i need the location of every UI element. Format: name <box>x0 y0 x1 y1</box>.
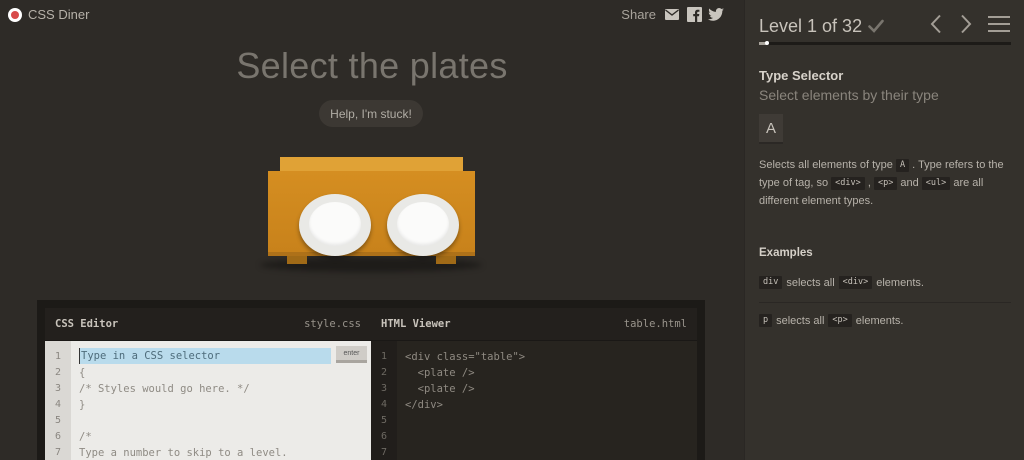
html-line-numbers: 1 2 3 4 5 6 7 <box>371 341 397 460</box>
brand[interactable]: CSS Diner <box>8 7 89 22</box>
line-number: 5 <box>380 415 388 426</box>
html-viewer: HTML Viewer table.html 1 2 3 4 5 6 7 <di… <box>371 308 697 460</box>
tag-chip: <ul> <box>921 177 951 190</box>
level-progress-marker <box>765 41 769 45</box>
line-number: 4 <box>54 399 62 410</box>
markup-line[interactable]: <div class="table"> <box>405 349 693 365</box>
plate <box>387 194 459 256</box>
share-bar: Share <box>621 6 724 22</box>
line-number: 2 <box>54 367 62 378</box>
top-bar: CSS Diner Share <box>0 0 744 30</box>
level-navigation <box>928 14 1010 34</box>
code-line: Type a number to skip to a level. <box>79 447 288 459</box>
example-text: selects all <box>776 314 825 327</box>
tag-chip: <p> <box>828 314 852 327</box>
markup-line <box>405 413 693 429</box>
example-text: elements. <box>855 314 904 327</box>
next-level-button[interactable] <box>958 14 974 34</box>
mail-icon[interactable] <box>664 6 680 22</box>
help-button[interactable]: Help, I'm stuck! <box>319 100 423 127</box>
html-code: <div class="table"> <plate /> <plate /> … <box>405 349 693 460</box>
text-caret <box>79 348 80 364</box>
line-number: 2 <box>380 367 388 378</box>
code-line: /* <box>79 431 92 443</box>
tag-chip: <div> <box>831 177 865 190</box>
example-item: div selects all <div> elements. <box>759 276 1011 289</box>
dining-table <box>260 150 482 272</box>
line-number: 6 <box>380 431 388 442</box>
tag-chip: <div> <box>838 276 873 289</box>
markup-line[interactable]: </div> <box>405 397 693 413</box>
hint-text: , <box>867 177 871 189</box>
selector-hint: Selects all elements of type A . Type re… <box>759 156 1015 210</box>
previous-level-button[interactable] <box>928 14 944 34</box>
html-file-name: table.html <box>623 318 687 330</box>
selector-name: Type Selector <box>759 68 844 83</box>
hint-text: Selects all elements of type <box>759 159 893 171</box>
enter-button[interactable]: enter <box>336 346 367 363</box>
markup-line <box>405 429 693 445</box>
level-instruction: Select the plates <box>236 45 508 86</box>
tag-chip: A <box>895 159 910 172</box>
line-number: 1 <box>380 351 388 362</box>
example-text: elements. <box>876 276 924 289</box>
css-line-numbers: 1 2 3 4 5 6 7 <box>45 341 71 460</box>
css-editor: CSS Editor style.css 1 2 3 4 5 6 7 { /* … <box>45 308 371 460</box>
html-viewer-title: HTML Viewer <box>381 318 451 330</box>
selector-syntax: A <box>759 114 783 144</box>
example-text: selects all <box>786 276 835 289</box>
markup-line[interactable]: <plate /> <box>405 381 693 397</box>
line-number: 5 <box>54 415 62 426</box>
line-number: 3 <box>380 383 388 394</box>
line-number: 6 <box>54 431 62 442</box>
tag-chip: <p> <box>873 177 898 190</box>
markup-line <box>405 445 693 460</box>
css-editor-title: CSS Editor <box>55 318 119 330</box>
plate <box>299 194 371 256</box>
css-file-name: style.css <box>304 318 361 330</box>
table-surface <box>268 171 475 256</box>
menu-icon[interactable] <box>988 14 1010 34</box>
html-viewer-header: HTML Viewer table.html <box>371 308 697 341</box>
facebook-icon[interactable] <box>686 6 702 22</box>
code-line: { <box>79 367 86 379</box>
markup-line[interactable]: <plate /> <box>405 365 693 381</box>
code-line: /* Styles would go here. */ <box>79 383 250 395</box>
hint-text: and <box>900 177 919 189</box>
divider <box>759 302 1011 303</box>
example-code: p <box>759 314 773 327</box>
line-number: 7 <box>380 447 388 458</box>
css-editor-header: CSS Editor style.css <box>45 308 371 341</box>
example-code: div <box>759 276 783 289</box>
app-name: CSS Diner <box>28 7 90 22</box>
game-area: CSS Diner Share Select the plates Help, … <box>0 0 744 460</box>
checkmark-icon <box>868 19 884 33</box>
css-code-area: 1 2 3 4 5 6 7 { /* Styles would go here.… <box>45 341 371 460</box>
editor-panel: CSS Editor style.css 1 2 3 4 5 6 7 { /* … <box>37 300 705 460</box>
line-number: 7 <box>54 447 62 458</box>
level-indicator[interactable]: Level 1 of 32 <box>759 16 862 37</box>
example-item: p selects all <p> elements. <box>759 314 1011 327</box>
level-sidebar: Level 1 of 32 Type Selector Select eleme… <box>744 0 1024 460</box>
twitter-icon[interactable] <box>708 6 724 22</box>
examples-heading: Examples <box>759 247 813 259</box>
html-code-area: 1 2 3 4 5 6 7 <div class="table"> <plate… <box>371 341 697 460</box>
css-selector-input[interactable] <box>79 348 331 364</box>
logo-icon <box>8 7 22 22</box>
code-line: } <box>79 399 86 411</box>
css-code: { /* Styles would go here. */ } /* Type … <box>79 349 367 460</box>
line-number: 4 <box>380 399 388 410</box>
selector-title: Select elements by their type <box>759 87 939 103</box>
line-number: 1 <box>54 351 62 362</box>
line-number: 3 <box>54 383 62 394</box>
share-label: Share <box>621 6 656 22</box>
level-progress-bar <box>759 41 1011 45</box>
